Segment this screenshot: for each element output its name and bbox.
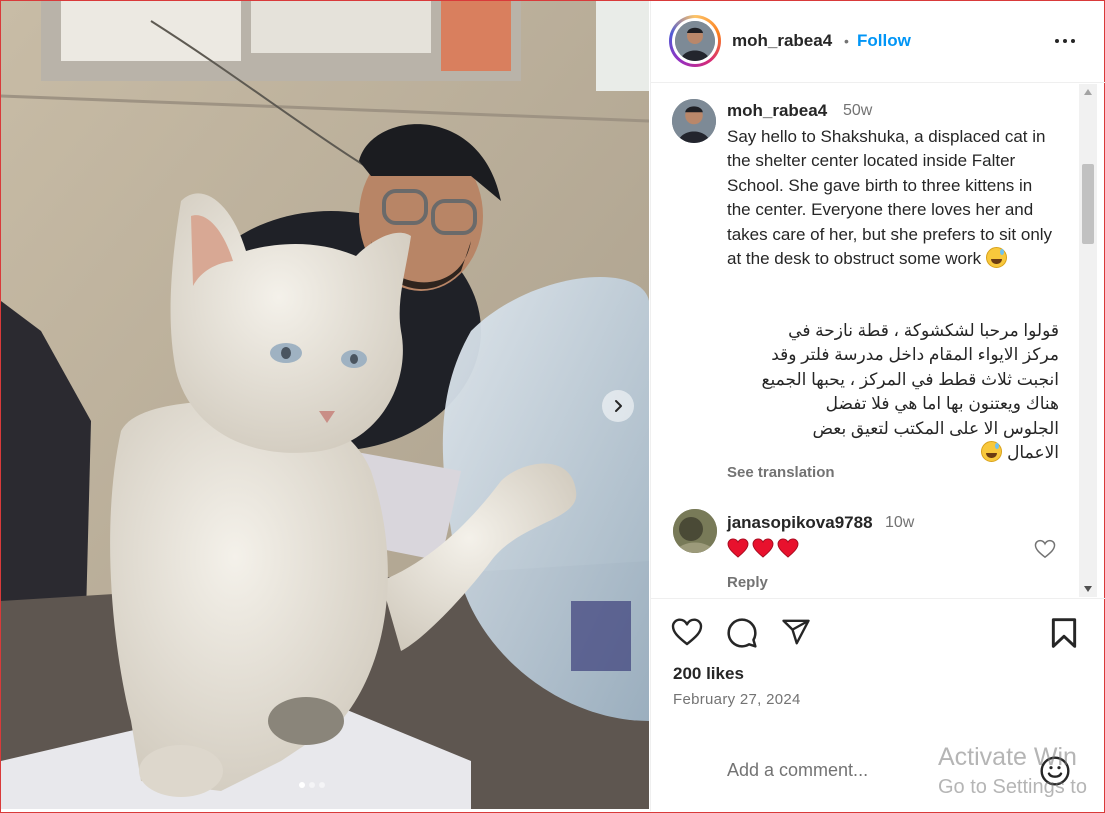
caption-avatar[interactable] (672, 99, 716, 143)
post-author-username[interactable]: moh_rabea4 (732, 31, 832, 51)
red-heart-emoji-icon (752, 538, 774, 558)
caption-arabic-line: الجلوس الا على المكتب لتعيق بعض (812, 418, 1059, 438)
red-heart-emoji-icon (777, 538, 799, 558)
caption-arabic-line: انجبت ثلاث قطط في المركز ، يحبها الجميع (761, 369, 1060, 389)
carousel-dot (309, 782, 315, 788)
comment-username[interactable]: janasopikova9788 (727, 513, 873, 533)
comment-bubble-icon[interactable] (726, 617, 758, 649)
scroll-down-button[interactable] (1079, 581, 1097, 597)
caption-arabic-line-text: الاعمال (1007, 443, 1059, 463)
activate-windows-watermark: Activate Win Go to Settings to (938, 741, 1087, 800)
carousel-dot (319, 782, 325, 788)
grinning-sweat-emoji-icon (985, 247, 1007, 269)
avatar[interactable] (675, 21, 715, 61)
caption-arabic-line: هناك ويعتنون بها اما هي فلا تفضل (825, 394, 1059, 414)
like-heart-icon[interactable] (671, 617, 703, 647)
more-dot (1055, 39, 1059, 43)
watermark-title: Activate Win (938, 743, 1077, 771)
caption-username[interactable]: moh_rabea4 (727, 101, 827, 121)
share-send-icon[interactable] (780, 617, 812, 647)
comment-avatar[interactable] (673, 509, 717, 553)
bookmark-save-icon[interactable] (1049, 617, 1079, 649)
triangle-down-icon (1084, 586, 1092, 592)
triangle-up-icon (1084, 89, 1092, 95)
see-translation-link[interactable]: See translation (727, 464, 835, 481)
watermark-subtitle: Go to Settings to (938, 775, 1087, 798)
avatar-image (673, 509, 717, 553)
caption-timestamp[interactable]: 50w (843, 102, 872, 120)
more-dot (1063, 39, 1067, 43)
caption-text-english: Say hello to Shakshuka, a displaced cat … (727, 125, 1059, 271)
story-ring[interactable] (669, 15, 721, 67)
comment-like-heart-icon[interactable] (1034, 539, 1056, 559)
red-heart-emoji-icon (727, 538, 749, 558)
more-options-button[interactable] (1051, 29, 1079, 53)
separator-dot: • (844, 33, 849, 49)
post-image[interactable] (1, 1, 649, 809)
more-dot (1071, 39, 1075, 43)
post-side-panel: moh_rabea4 • Follow moh_rabea4 50w Say h… (650, 1, 1105, 811)
comment-text (727, 538, 799, 558)
comments-list[interactable]: moh_rabea4 50w Say hello to Shakshuka, a… (651, 84, 1105, 597)
cat-photo (1, 1, 649, 809)
scroll-up-button[interactable] (1079, 84, 1097, 100)
caption-arabic-line: قولوا مرحبا لشكشوكة ، قطة نازحة في (788, 321, 1059, 340)
caption-english-body: Say hello to Shakshuka, a displaced cat … (727, 127, 1053, 269)
avatar-image (675, 21, 715, 61)
post-header: moh_rabea4 • Follow (651, 1, 1105, 83)
caption-text-arabic: قولوا مرحبا لشكشوكة ، قطة نازحة في مركز … (727, 319, 1059, 465)
grinning-sweat-emoji-icon (981, 441, 1003, 463)
next-slide-button[interactable] (602, 390, 634, 422)
avatar-image (672, 99, 716, 143)
carousel-dot (299, 782, 305, 788)
post-date[interactable]: February 27, 2024 (673, 691, 801, 708)
scroll-thumb[interactable] (1082, 164, 1094, 244)
chevron-right-icon (615, 400, 622, 412)
comments-scrollbar[interactable] (1079, 84, 1097, 597)
post-actions: 200 likes February 27, 2024 (651, 598, 1105, 748)
follow-button[interactable]: Follow (857, 31, 911, 51)
likes-count[interactable]: 200 likes (673, 664, 744, 684)
comment-timestamp[interactable]: 10w (885, 514, 914, 532)
caption-arabic-line: مركز الايواء المقام داخل مدرسة فلتر وقد (771, 345, 1059, 365)
carousel-dots (299, 782, 325, 788)
reply-button[interactable]: Reply (727, 574, 768, 591)
caption-arabic-line-last: الاعمال (727, 441, 1059, 465)
